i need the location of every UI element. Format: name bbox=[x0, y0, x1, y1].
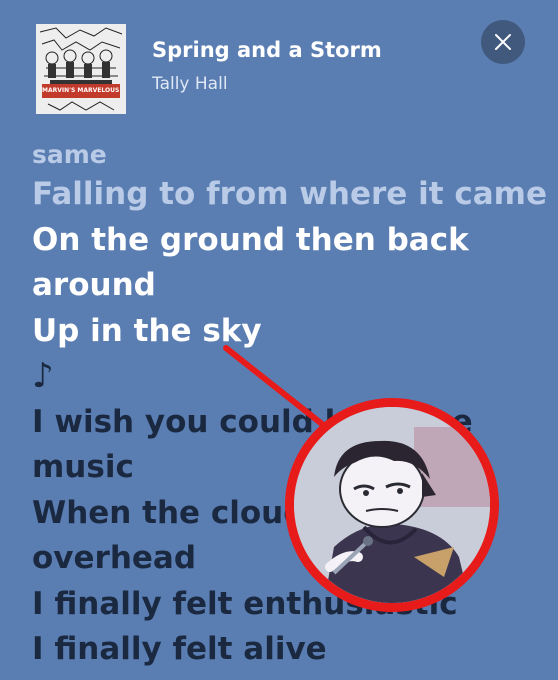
lyric-line-current[interactable]: On the ground then back bbox=[32, 218, 532, 264]
album-art-illustration bbox=[36, 24, 126, 114]
lyrics-panel[interactable]: same Falling to from where it came On th… bbox=[32, 138, 547, 673]
album-art: MARVIN'S MARVELOUS MECHANICAL MUSEUM bbox=[36, 24, 126, 114]
character-image bbox=[294, 407, 490, 603]
lyric-line-current[interactable]: around bbox=[32, 263, 532, 309]
lyric-line-current[interactable]: Up in the sky bbox=[32, 309, 532, 355]
song-title: Spring and a Storm bbox=[152, 38, 382, 62]
close-button[interactable] bbox=[481, 20, 525, 64]
music-note-icon: ♪ bbox=[32, 356, 54, 396]
lyric-line[interactable]: I finally felt alive bbox=[32, 627, 532, 673]
annotation-circle bbox=[285, 398, 499, 612]
artist-name[interactable]: Tally Hall bbox=[152, 74, 228, 94]
lyric-line[interactable]: same bbox=[32, 138, 532, 172]
close-icon bbox=[495, 34, 511, 50]
lyric-line[interactable]: Falling to from where it came bbox=[32, 172, 547, 218]
album-title-banner: MARVIN'S MARVELOUS MECHANICAL MUSEUM bbox=[42, 84, 120, 98]
